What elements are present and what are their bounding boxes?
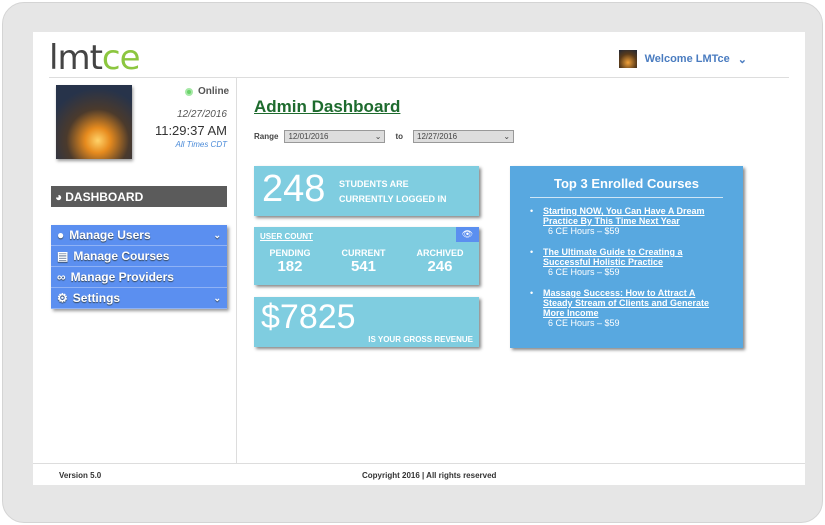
sidebar-dashboard[interactable]: ◕ DASHBOARD — [51, 186, 227, 207]
copyright-text: Copyright 2016 | All rights reserved — [362, 471, 497, 480]
current-time: 11:29:37 AM — [154, 123, 227, 138]
stat-label: PENDING — [269, 248, 311, 258]
revenue-text: IS YOUR GROSS REVENUE — [368, 335, 473, 344]
course-meta: 6 CE Hours – $59 — [548, 318, 620, 328]
dashboard-label: DASHBOARD — [65, 189, 144, 204]
user-avatar — [618, 50, 637, 68]
user-menu[interactable]: Welcome LMTce ⌄ — [618, 50, 747, 68]
menu-label: Manage Courses — [73, 249, 170, 263]
revenue-card: $7825 IS YOUR GROSS REVENUE — [254, 297, 479, 347]
dashboard-icon: ◕ — [55, 189, 63, 204]
status-text: Online — [198, 86, 230, 97]
sidebar-item-manage-users[interactable]: ● Manage Users ⌄ — [51, 225, 227, 246]
logged-in-line1: STUDENTS ARE — [339, 179, 409, 189]
menu-label: Manage Users — [69, 228, 151, 242]
to-date-value: 12/27/2016 — [417, 132, 458, 141]
user-count-card: USER COUNT 👁 PENDING 182 CURRENT 541 ARCHI… — [254, 227, 479, 285]
status-dot-icon — [185, 87, 193, 96]
top-courses-panel: Top 3 Enrolled Courses Starting NOW, You… — [510, 166, 743, 348]
sidebar-divider — [236, 78, 237, 463]
to-label: to — [395, 132, 404, 141]
stat-label: CURRENT — [341, 248, 386, 258]
page-title: Admin Dashboard — [254, 97, 401, 116]
to-date-select[interactable]: 12/27/2016 ⌄ — [413, 130, 515, 143]
users-icon: ● — [57, 228, 65, 242]
user-count-link[interactable]: USER COUNT — [260, 232, 313, 241]
stat-value: 246 — [427, 258, 453, 275]
course-link[interactable]: The Ultimate Guide to Creating a Success… — [543, 247, 720, 267]
list-item: Massage Success: How to Attract A Steady… — [530, 288, 720, 328]
stat-value: 182 — [277, 258, 303, 275]
logged-in-text: STUDENTS ARE CURRENTLY LOGGED IN — [339, 177, 447, 207]
from-date-select[interactable]: 12/01/2016 ⌄ — [284, 130, 386, 143]
menu-label: Settings — [72, 291, 121, 305]
course-meta: 6 CE Hours – $59 — [548, 267, 620, 277]
version-text: Version 5.0 — [59, 471, 102, 480]
logo-text: lmt — [49, 38, 103, 78]
sidebar-menu: ● Manage Users ⌄ ▤ Manage Courses ∞ Manage P… — [51, 225, 227, 309]
logo-accent: ce — [101, 38, 141, 78]
from-date-value: 12/01/2016 — [288, 132, 329, 141]
glasses-icon: ∞ — [57, 270, 66, 284]
archived-stat: ARCHIVED 246 — [416, 248, 463, 275]
logged-in-card: 248 STUDENTS ARE CURRENTLY LOGGED IN — [254, 166, 479, 216]
course-meta: 6 CE Hours – $59 — [548, 226, 620, 236]
sidebar-item-manage-providers[interactable]: ∞ Manage Providers — [51, 267, 227, 288]
sidebar-item-settings[interactable]: ⚙ Settings ⌄ — [51, 288, 227, 309]
range-label: Range — [254, 132, 279, 141]
chevron-down-icon: ⌄ — [213, 229, 221, 240]
stat-label: ARCHIVED — [416, 248, 464, 258]
profile-avatar — [56, 85, 132, 159]
stat-value: 541 — [350, 258, 376, 275]
chevron-down-icon: ⌄ — [213, 292, 221, 303]
footer: Version 5.0 Copyright 2016 | All rights … — [33, 463, 805, 485]
revenue-value: $7825 — [261, 298, 356, 336]
chevron-down-icon: ⌄ — [503, 132, 511, 141]
logged-in-count: 248 — [262, 168, 326, 210]
list-item: The Ultimate Guide to Creating a Success… — [530, 247, 720, 277]
sidebar-item-manage-courses[interactable]: ▤ Manage Courses — [51, 246, 227, 267]
course-link[interactable]: Massage Success: How to Attract A Steady… — [543, 288, 720, 318]
timezone-note: All Times CDT — [175, 140, 227, 149]
welcome-text: Welcome LMTce — [644, 53, 730, 65]
header-divider — [49, 77, 789, 78]
chevron-down-icon: ⌄ — [737, 53, 747, 66]
chevron-down-icon: ⌄ — [374, 132, 382, 141]
date-range: Range 12/01/2016 ⌄ to 12/27/2016 ⌄ — [254, 130, 515, 143]
online-status: Online — [185, 86, 229, 97]
pending-stat: PENDING 182 — [269, 248, 310, 275]
courses-icon: ▤ — [57, 249, 69, 263]
logo[interactable]: lmtce — [49, 38, 141, 78]
eye-icon[interactable]: 👁 — [456, 227, 479, 242]
gear-icon: ⚙ — [57, 291, 68, 305]
logged-in-line2: CURRENTLY LOGGED IN — [339, 194, 447, 204]
current-stat: CURRENT 541 — [341, 248, 385, 275]
top-courses-title: Top 3 Enrolled Courses — [554, 176, 699, 191]
list-item: Starting NOW, You Can Have A Dream Pract… — [530, 206, 720, 236]
course-link[interactable]: Starting NOW, You Can Have A Dream Pract… — [543, 206, 720, 226]
page: lmtce Welcome LMTce ⌄ Online 12/27/2016 1… — [33, 32, 805, 485]
menu-label: Manage Providers — [70, 270, 174, 284]
current-date: 12/27/2016 — [176, 109, 227, 120]
divider — [530, 197, 723, 198]
